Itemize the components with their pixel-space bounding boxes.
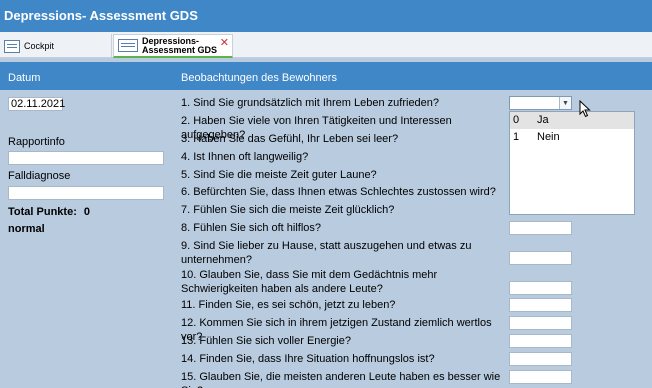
rapportinfo-label: Rapportinfo: [8, 136, 65, 148]
header-datum: Datum: [8, 72, 41, 84]
falldiagnose-label: Falldiagnose: [8, 170, 71, 182]
question-10: 10. Glauben Sie, dass Sie mit dem Gedäch…: [181, 269, 438, 295]
total-points: Total Punkte: 0: [8, 206, 90, 218]
question-1: 1. Sind Sie grundsätzlich mit Ihrem Lebe…: [181, 97, 440, 109]
chevron-down-icon[interactable]: ▼: [559, 97, 571, 109]
tab-cockpit[interactable]: Cockpit: [0, 34, 112, 58]
tab-bar: Cockpit Depressions- Assessment GDS ✕: [0, 32, 652, 58]
window-icon: [4, 39, 20, 53]
answer-field-12[interactable]: [509, 316, 572, 330]
mouse-cursor-icon: [579, 100, 591, 118]
tab-depressions-assessment-label: Depressions- Assessment GDS: [142, 35, 218, 55]
dropdown-option-nein[interactable]: 1 Nein: [510, 129, 634, 146]
question-7: 7. Fühlen Sie sich die meiste Zeit glück…: [181, 204, 395, 216]
tab-depressions-assessment[interactable]: Depressions- Assessment GDS ✕: [113, 34, 233, 58]
answer-dropdown-1[interactable]: ▼: [509, 96, 572, 110]
answer-field-14[interactable]: [509, 352, 572, 366]
window-icon: [118, 39, 138, 52]
section-header: Datum Beobachtungen des Bewohners: [0, 62, 652, 90]
answer-field-13[interactable]: [509, 334, 572, 348]
question-6: 6. Befürchten Sie, dass Ihnen etwas Schl…: [181, 186, 496, 198]
answer-field-9[interactable]: [509, 251, 572, 265]
question-15: 15. Glauben Sie, die meisten anderen Leu…: [181, 371, 501, 388]
dropdown-option-ja[interactable]: 0 Ja: [510, 112, 634, 129]
question-3: 3. Haben Sie das Gefühl, Ihr Leben sei l…: [181, 133, 399, 145]
answer-field-15[interactable]: [509, 370, 572, 384]
total-points-value: 0: [83, 206, 91, 218]
question-11: 11. Finden Sie, es sei schön, jetzt zu l…: [181, 299, 396, 311]
total-points-label: Total Punkte:: [8, 206, 77, 218]
question-8: 8. Fühlen Sie sich oft hilflos?: [181, 222, 322, 234]
header-observations: Beobachtungen des Bewohners: [181, 72, 337, 84]
question-13: 13. Fühlen Sie sich voller Energie?: [181, 335, 351, 347]
question-4: 4. Ist Ihnen oft langweilig?: [181, 151, 309, 163]
falldiagnose-field[interactable]: [8, 186, 164, 200]
window-title: Depressions- Assessment GDS: [0, 0, 652, 32]
result-text: normal: [8, 223, 45, 235]
date-field[interactable]: 02.11.2021: [8, 97, 65, 111]
tab-cockpit-label: Cockpit: [24, 40, 55, 51]
rapportinfo-field[interactable]: [8, 151, 164, 165]
question-5: 5. Sind Sie die meiste Zeit guter Laune?: [181, 169, 377, 181]
answer-field-10[interactable]: [509, 281, 572, 295]
dropdown-list: 0 Ja 1 Nein: [509, 111, 635, 215]
answer-field-8[interactable]: [509, 221, 572, 235]
answer-field-11[interactable]: [509, 298, 572, 312]
close-icon[interactable]: ✕: [220, 38, 229, 49]
question-14: 14. Finden Sie, dass Ihre Situation hoff…: [181, 353, 435, 365]
question-9: 9. Sind Sie lieber zu Hause, statt auszu…: [181, 240, 472, 266]
